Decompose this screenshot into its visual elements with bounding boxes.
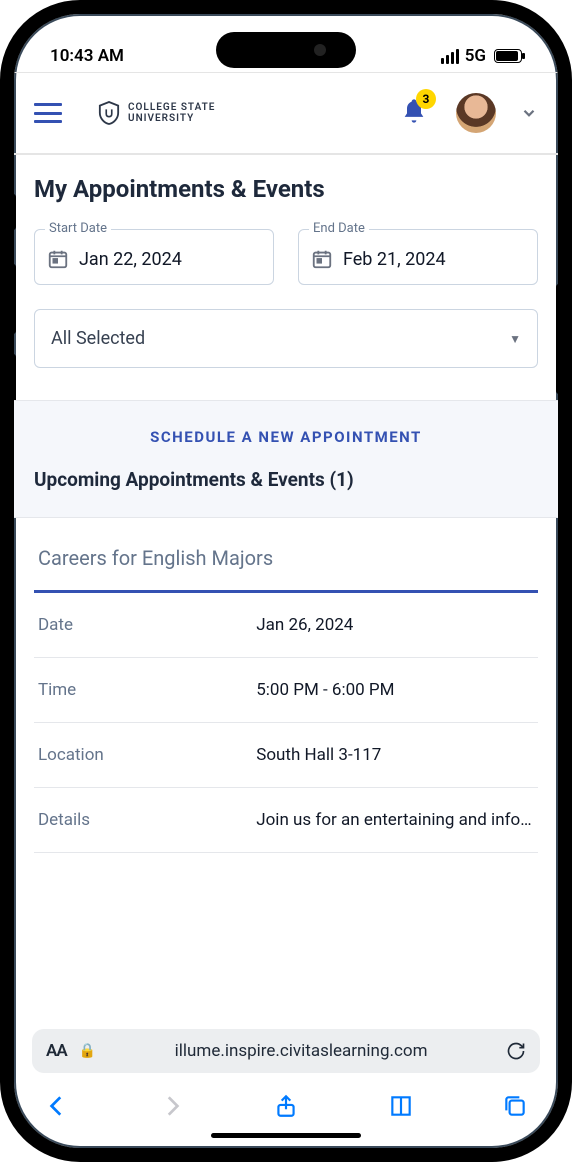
end-date-field[interactable]: End Date Feb 21, 2024 [298,229,538,285]
back-button[interactable] [44,1093,70,1119]
detail-row-details: Details Join us for an entertaining and … [34,788,538,853]
detail-value: 5:00 PM - 6:00 PM [256,680,534,700]
detail-row-time: Time 5:00 PM - 6:00 PM [34,658,538,723]
url-text: illume.inspire.civitaslearning.com [108,1041,494,1061]
shield-icon [98,100,120,126]
logo-line1: COLLEGE STATE [128,102,215,113]
detail-label: Date [38,615,256,635]
end-date-value: Feb 21, 2024 [343,249,446,270]
text-size-button[interactable]: AA [46,1041,67,1061]
chevron-down-icon[interactable] [520,104,538,122]
home-indicator[interactable] [211,1133,361,1138]
forward-button [159,1093,185,1119]
start-date-field[interactable]: Start Date Jan 22, 2024 [34,229,274,285]
detail-value: Jan 26, 2024 [256,615,534,635]
filter-select[interactable]: All Selected ▼ [34,309,538,368]
start-date-value: Jan 22, 2024 [79,249,182,270]
share-button[interactable] [273,1093,299,1119]
logo-line2: UNIVERSITY [128,113,215,124]
schedule-appointment-link[interactable]: SCHEDULE A NEW APPOINTMENT [150,428,422,446]
appointment-card: Careers for English Majors Date Jan 26, … [34,518,538,853]
browser-toolbar [14,1079,558,1129]
battery-icon [494,49,522,63]
menu-button[interactable] [34,103,62,123]
start-date-label: Start Date [45,221,111,236]
detail-value: Join us for an entertaining and informat… [256,810,534,830]
signal-icon [441,49,459,64]
browser-address-bar[interactable]: AA 🔒 illume.inspire.civitaslearning.com [14,1019,558,1079]
network-label: 5G [465,46,486,66]
device-notch [216,32,356,68]
appointment-title[interactable]: Careers for English Majors [34,546,538,570]
calendar-icon [311,248,333,270]
detail-label: Details [38,810,256,830]
section-header: Upcoming Appointments & Events (1) [14,468,558,518]
page-title: My Appointments & Events [34,175,538,203]
avatar[interactable] [456,93,496,133]
status-time: 10:43 AM [50,46,124,66]
detail-row-date: Date Jan 26, 2024 [34,593,538,658]
tabs-button[interactable] [502,1093,528,1119]
bookmarks-button[interactable] [388,1093,414,1119]
calendar-icon [47,248,69,270]
filter-value: All Selected [51,328,145,349]
detail-row-location: Location South Hall 3-117 [34,723,538,788]
app-header: COLLEGE STATE UNIVERSITY 3 [14,72,558,155]
lock-icon: 🔒 [79,1043,96,1059]
detail-label: Location [38,745,256,765]
logo[interactable]: COLLEGE STATE UNIVERSITY [98,100,215,126]
dropdown-icon: ▼ [509,332,521,346]
notification-badge: 3 [416,89,436,109]
detail-label: Time [38,680,256,700]
notifications-button[interactable]: 3 [400,97,428,129]
end-date-label: End Date [309,221,369,236]
detail-value: South Hall 3-117 [256,745,534,765]
reload-icon[interactable] [506,1041,526,1061]
